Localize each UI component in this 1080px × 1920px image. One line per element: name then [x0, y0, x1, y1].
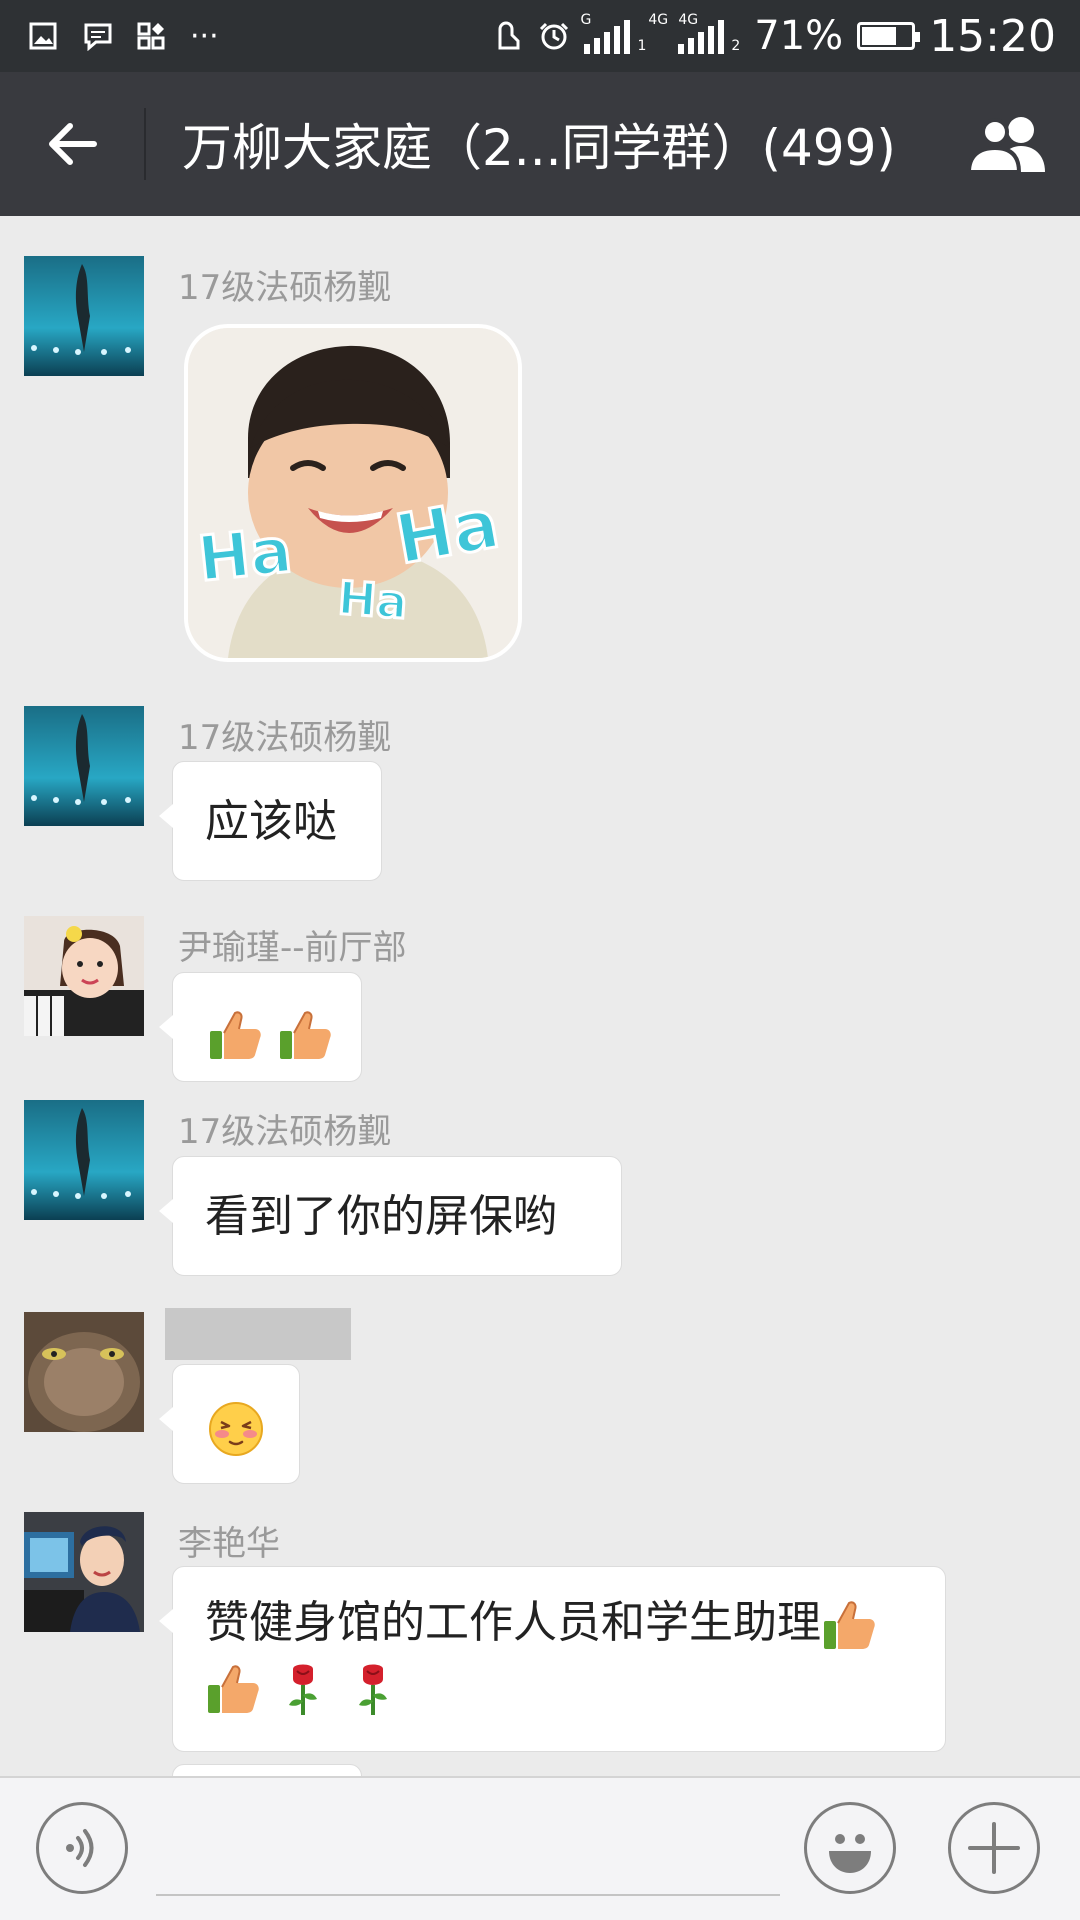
emoji-icon — [829, 1834, 871, 1873]
emoji-button[interactable] — [804, 1802, 896, 1894]
back-arrow-icon — [49, 123, 97, 165]
sender-name: 尹瑜瑾--前厅部 — [178, 928, 407, 968]
apps-notification-icon — [137, 22, 165, 50]
blushing-face-icon — [209, 1402, 263, 1456]
avatar[interactable] — [24, 706, 144, 826]
message-bubble[interactable] — [159, 972, 362, 1082]
status-bar: ··· G 1 4G 4G 2 71% 15:20 — [0, 0, 1080, 72]
battery-percent: 71% — [754, 13, 844, 59]
message-bubble-partial[interactable] — [172, 1764, 362, 1776]
voice-button[interactable] — [36, 1802, 128, 1894]
thumbs-up-icon — [210, 1011, 261, 1059]
plus-icon — [968, 1822, 1020, 1874]
sim1-signal-icon: G 1 — [580, 12, 647, 54]
message-input[interactable] — [156, 1808, 784, 1894]
avatar[interactable] — [24, 1512, 144, 1632]
more-notifications-icon: ··· — [190, 18, 219, 54]
battery-fill — [862, 27, 897, 45]
sender-name-redacted — [165, 1308, 351, 1360]
alarm-icon — [540, 22, 569, 50]
rose-icon — [289, 1664, 317, 1715]
clock: 15:20 — [929, 10, 1056, 62]
thumbs-up-icon — [208, 1665, 259, 1713]
group-members-button[interactable] — [936, 72, 1080, 216]
avatar[interactable] — [24, 1100, 144, 1220]
message-list[interactable]: 17级法硕杨觐 Ha Ha Ha 17级法硕杨觐 应该哒 尹瑜瑾--前厅部 17… — [0, 216, 1080, 1776]
message-bubble[interactable]: 赞健身馆的工作人员和学生助理 — [159, 1566, 946, 1752]
back-button[interactable] — [0, 72, 144, 216]
system-indicators: G 1 4G 4G 2 71% 15:20 — [492, 11, 1056, 62]
group-members-icon — [966, 117, 1045, 174]
sender-name: 李艳华 — [178, 1524, 280, 1564]
input-bar — [0, 1776, 1080, 1920]
sender-name: 17级法硕杨觐 — [178, 268, 392, 308]
message-notification-icon — [84, 23, 112, 51]
sticker-text: Ha Ha Ha — [193, 483, 506, 631]
chat-title: 万柳大家庭（2...同学群）(499) — [182, 119, 896, 177]
thumbs-up-icon — [280, 1011, 331, 1059]
more-button[interactable] — [948, 1802, 1040, 1894]
message-bubble[interactable]: 看到了你的屏保哟 — [159, 1156, 622, 1276]
message-bubble[interactable] — [159, 1364, 300, 1484]
rose-icon — [359, 1664, 387, 1715]
message-bubble[interactable]: 应该哒 — [159, 761, 382, 881]
chat-header: 万柳大家庭（2...同学群）(499) — [0, 72, 1080, 216]
voice-input-icon — [66, 1829, 94, 1867]
notification-icons: ··· — [28, 19, 219, 54]
avatar[interactable] — [24, 256, 144, 376]
sender-name: 17级法硕杨觐 — [178, 1112, 392, 1152]
battery-icon — [857, 22, 921, 50]
sticker-image[interactable]: Ha Ha Ha — [184, 324, 522, 662]
thumbs-up-icon — [824, 1601, 875, 1649]
avatar[interactable] — [24, 916, 144, 1036]
message-text: 赞健身馆的工作人员和学生助理 — [205, 1597, 821, 1648]
sim2-signal-icon: 4G 4G 2 — [648, 12, 741, 54]
sender-name: 17级法硕杨觐 — [178, 718, 392, 758]
header-divider — [144, 108, 146, 180]
nfc-icon — [498, 21, 520, 50]
gallery-notification-icon — [29, 22, 57, 50]
avatar[interactable] — [24, 1312, 144, 1432]
input-underline — [156, 1894, 780, 1896]
